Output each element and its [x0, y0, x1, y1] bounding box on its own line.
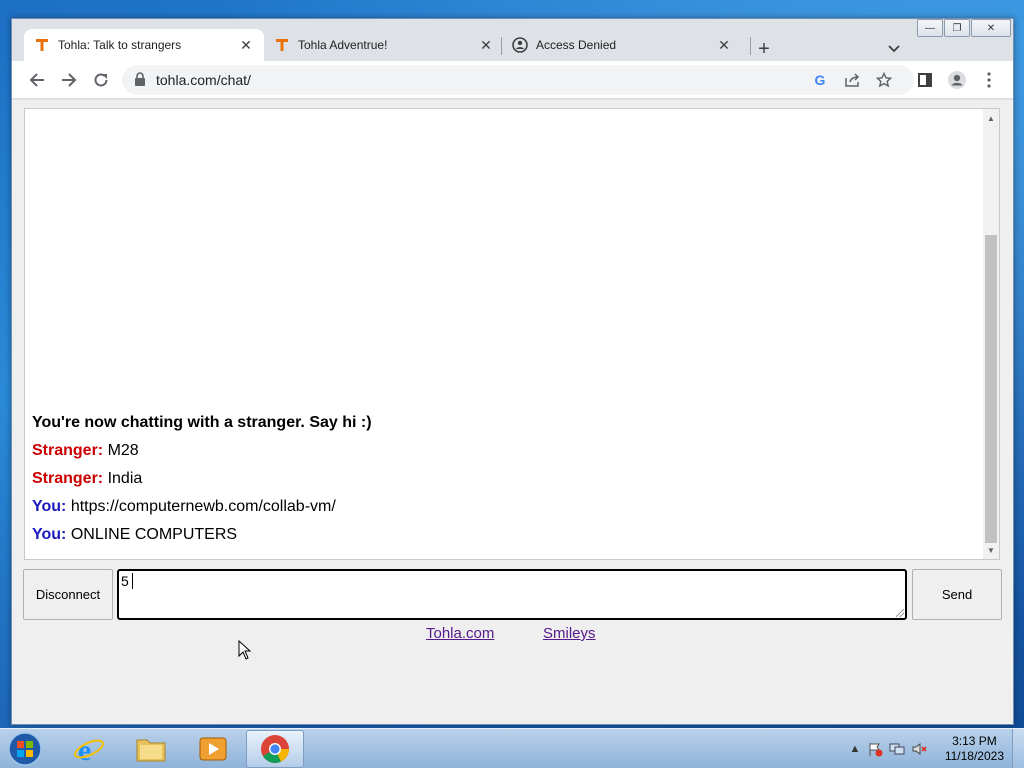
back-arrow-icon[interactable]: [26, 69, 48, 91]
message-list: You're now chatting with a stranger. Say…: [32, 413, 972, 553]
show-hidden-icons-arrow-icon[interactable]: ▲: [847, 741, 863, 757]
tab-access-denied[interactable]: Access Denied ✕: [502, 29, 742, 61]
message-input[interactable]: 5: [117, 569, 907, 620]
tab-tohla-chat[interactable]: Tohla: Talk to strangers ✕: [24, 29, 264, 61]
new-tab-plus-icon[interactable]: +: [752, 37, 776, 61]
tab-close-icon[interactable]: ✕: [238, 37, 254, 53]
chrome-taskbar-icon[interactable]: [246, 730, 304, 768]
tohla-favicon-icon: [274, 37, 290, 53]
minimize-button[interactable]: —: [917, 19, 943, 37]
volume-muted-icon[interactable]: [911, 741, 927, 757]
tab-close-icon[interactable]: ✕: [716, 37, 732, 53]
maximize-button[interactable]: ❐: [944, 19, 970, 37]
chat-message: Stranger: M28: [32, 441, 972, 469]
speaker-label: Stranger:: [32, 442, 104, 459]
tab-separator: [750, 37, 751, 55]
address-bar[interactable]: tohla.com/chat/ G: [122, 65, 914, 95]
reload-icon[interactable]: [90, 69, 112, 91]
scroll-down-arrow-icon[interactable]: ▼: [983, 543, 999, 557]
side-panel-icon[interactable]: [914, 69, 936, 91]
chat-scrollbar[interactable]: ▲ ▼: [983, 109, 999, 559]
file-explorer-folder-icon[interactable]: [122, 730, 180, 768]
action-center-flag-icon[interactable]: [867, 741, 883, 757]
bookmark-star-icon[interactable]: [874, 70, 894, 90]
lock-icon: [134, 72, 148, 88]
send-button[interactable]: Send: [912, 569, 1002, 620]
menu-kebab-icon[interactable]: [978, 69, 1000, 91]
tohla-favicon-icon: [34, 37, 50, 53]
tab-title: Tohla: Talk to strangers: [58, 38, 182, 52]
tab-title: Tohla Adventrue!: [298, 38, 388, 52]
start-button-windows-icon[interactable]: [6, 731, 44, 767]
window-controls: — ❐ ✕: [916, 19, 1011, 39]
speaker-label: Stranger:: [32, 470, 104, 487]
chat-message: You: https://computernewb.com/collab-vm/: [32, 497, 972, 525]
message-text: https://computernewb.com/collab-vm/: [70, 498, 336, 515]
system-tray: ▲ 3:13 PM 11/18/2023: [839, 729, 1024, 768]
taskbar: e ▲ 3:13 PM 11/18/2023: [0, 728, 1024, 768]
text-caret: [131, 573, 133, 589]
tab-close-icon[interactable]: ✕: [478, 37, 494, 53]
chat-log[interactable]: You're now chatting with a stranger. Say…: [24, 108, 1000, 560]
network-icon[interactable]: [889, 741, 905, 757]
internet-explorer-icon[interactable]: e: [60, 730, 118, 768]
speaker-label: You:: [32, 498, 67, 515]
show-desktop-button[interactable]: [1012, 729, 1024, 768]
disconnect-button[interactable]: Disconnect: [23, 569, 113, 620]
mouse-pointer-icon: [238, 639, 252, 660]
tohla-link[interactable]: Tohla.com: [426, 625, 494, 642]
page-content: You're now chatting with a stranger. Say…: [12, 100, 1013, 724]
clock-time: 3:13 PM: [952, 734, 997, 748]
forward-arrow-icon[interactable]: [58, 69, 80, 91]
url-text: tohla.com/chat/: [156, 72, 251, 88]
resize-grip-icon[interactable]: [896, 609, 904, 617]
browser-toolbar: tohla.com/chat/ G: [12, 61, 1013, 99]
tab-strip: Tohla: Talk to strangers ✕ Tohla Adventr…: [12, 27, 912, 61]
smileys-link[interactable]: Smileys: [543, 625, 596, 642]
access-denied-favicon-icon: [512, 37, 528, 53]
clock-date: 11/18/2023: [944, 749, 1004, 763]
browser-window: — ❐ ✕ Tohla: Talk to strangers ✕ Tohla A…: [11, 18, 1014, 725]
scroll-up-arrow-icon[interactable]: ▲: [983, 111, 999, 125]
chat-message: You: ONLINE COMPUTERS: [32, 525, 972, 553]
svg-text:e: e: [78, 734, 91, 765]
clock[interactable]: 3:13 PM 11/18/2023: [945, 734, 1004, 764]
system-message: You're now chatting with a stranger. Say…: [32, 414, 372, 431]
profile-avatar-icon[interactable]: [946, 69, 968, 91]
tab-tohla-adventure[interactable]: Tohla Adventrue! ✕: [264, 29, 504, 61]
speaker-label: You:: [32, 526, 67, 543]
close-window-button[interactable]: ✕: [971, 19, 1011, 37]
message-text: India: [107, 470, 143, 487]
media-player-icon[interactable]: [184, 730, 242, 768]
message-input-value: 5: [121, 573, 129, 589]
message-text: ONLINE COMPUTERS: [70, 526, 238, 543]
message-text: M28: [107, 442, 139, 459]
share-icon[interactable]: [842, 70, 862, 90]
tab-title: Access Denied: [536, 38, 617, 52]
tab-search-chevron-down-icon[interactable]: [884, 39, 904, 59]
scrollbar-thumb[interactable]: [985, 235, 997, 543]
chat-message: Stranger: India: [32, 469, 972, 497]
google-translate-g-icon[interactable]: G: [810, 70, 830, 90]
